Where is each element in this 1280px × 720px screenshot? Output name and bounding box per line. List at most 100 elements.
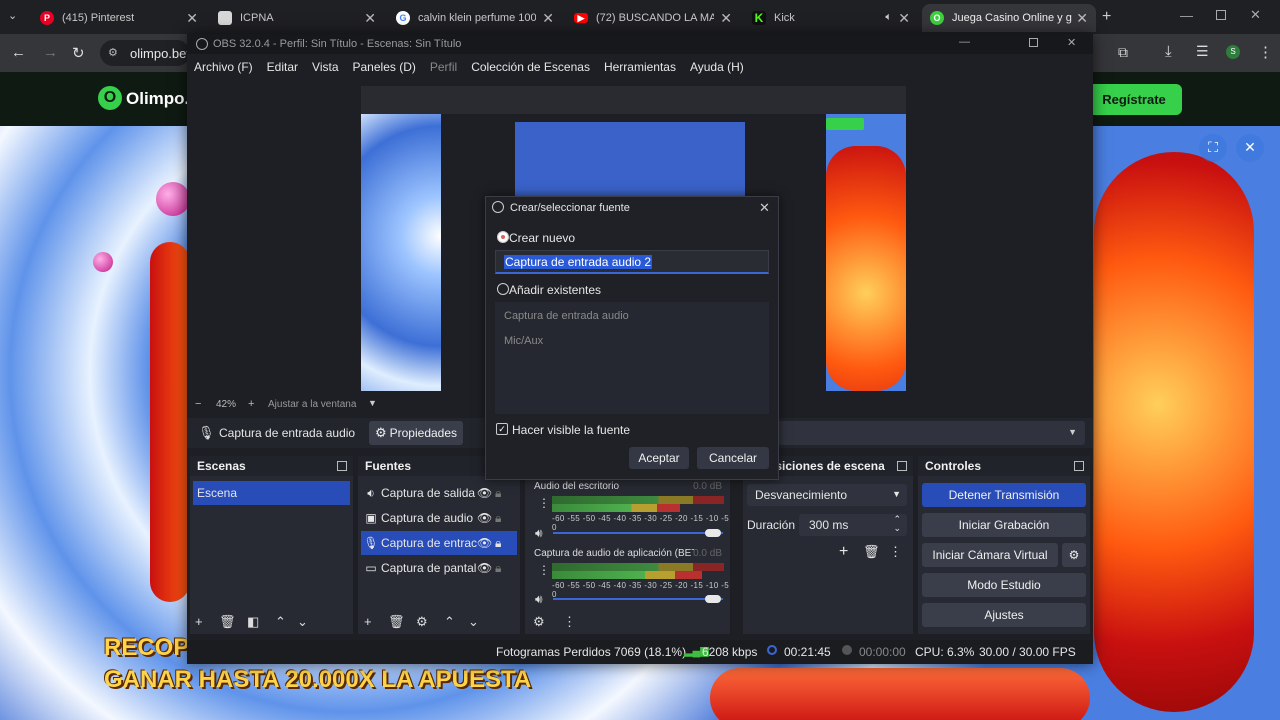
properties-button[interactable]: ⚙︎ Propiedades	[369, 421, 463, 445]
new-tab-icon[interactable]: +	[1102, 8, 1111, 26]
browser-tab[interactable]: P (415) Pinterest ✕	[32, 4, 206, 32]
menu-coleccion-escenas[interactable]: Colección de Escenas	[464, 60, 597, 74]
menu-icon[interactable]: ⋮	[1258, 43, 1273, 61]
visible-checkbox[interactable]: ✓	[496, 423, 508, 435]
fullscreen-icon[interactable]: ⛶	[1199, 134, 1227, 162]
fit-to-window-label[interactable]: Ajustar a la ventana	[268, 399, 356, 410]
lock-icon[interactable]: 🔒︎	[495, 561, 501, 576]
cast-icon[interactable]: ⧉	[1118, 44, 1128, 61]
speaker-icon[interactable]: 🔈︎	[885, 11, 892, 24]
more-icon[interactable]: ⋮	[889, 544, 902, 560]
menu-vista[interactable]: Vista	[305, 60, 345, 74]
browser-tab[interactable]: ▶ (72) BUSCANDO LA MAX W ✕	[566, 4, 740, 32]
existing-source-item[interactable]: Captura de entrada audio	[504, 310, 629, 322]
volume-slider-handle[interactable]	[705, 595, 721, 603]
trash-icon[interactable]: 🗑︎	[863, 544, 880, 560]
add-icon[interactable]: +	[364, 615, 372, 628]
add-existing-label[interactable]: Añadir existentes	[509, 283, 601, 297]
back-icon[interactable]: ←	[11, 44, 26, 61]
create-new-radio[interactable]	[497, 231, 509, 243]
existing-sources-list[interactable]: Captura de entrada audio Mic/Aux	[495, 302, 769, 414]
menu-herramientas[interactable]: Herramientas	[597, 60, 683, 74]
download-icon[interactable]: ⤓	[1165, 43, 1172, 60]
accept-button[interactable]: Aceptar	[629, 447, 689, 469]
source-item[interactable]: ▣ Captura de audio 👁︎ 🔒︎	[361, 506, 517, 530]
volume-slider[interactable]	[553, 598, 723, 600]
source-name-input[interactable]: Captura de entrada audio 2	[495, 250, 769, 274]
chevron-down-icon[interactable]: ▼	[368, 398, 377, 408]
reload-icon[interactable]: ↻	[72, 44, 85, 62]
undock-icon[interactable]	[897, 461, 907, 471]
chevron-down-icon[interactable]: ⌄	[893, 523, 901, 534]
duration-spinbox[interactable]: 300 ms ⌃ ⌄	[799, 514, 907, 536]
add-existing-radio[interactable]	[497, 283, 509, 295]
lock-icon[interactable]: 🔒︎	[495, 511, 501, 526]
eye-icon[interactable]: 👁︎	[477, 486, 495, 500]
source-item[interactable]: ▭ Captura de pantal 👁︎ 🔒︎	[361, 556, 517, 580]
move-up-icon[interactable]: ⌃	[275, 615, 286, 628]
close-icon[interactable]: ✕	[759, 200, 770, 216]
maximize-icon[interactable]	[1029, 38, 1038, 47]
close-window-icon[interactable]: ✕	[1250, 7, 1261, 23]
source-toolbar-dropdown[interactable]: ▼	[777, 421, 1085, 445]
menu-paneles[interactable]: Paneles (D)	[346, 60, 423, 74]
channel-menu-icon[interactable]: ⋮	[538, 496, 550, 510]
menu-ayuda[interactable]: Ayuda (H)	[683, 60, 751, 74]
lock-icon[interactable]: 🔒︎	[495, 486, 501, 501]
trash-icon[interactable]: 🗑︎	[388, 615, 405, 628]
close-tab-icon[interactable]: ✕	[1076, 10, 1088, 27]
add-icon[interactable]: +	[195, 615, 203, 628]
move-up-icon[interactable]: ⌃	[444, 615, 455, 628]
virtual-camera-settings-button[interactable]: ⚙︎	[1062, 543, 1086, 567]
register-button[interactable]: Regístrate	[1086, 84, 1182, 115]
browser-tab[interactable]: ICPNA ✕	[210, 4, 384, 32]
close-tab-icon[interactable]: ✕	[720, 10, 732, 27]
site-info-icon[interactable]: ⚙︎	[108, 46, 118, 59]
menu-archivo[interactable]: Archivo (F)	[187, 60, 260, 74]
create-new-label[interactable]: Crear nuevo	[509, 231, 575, 245]
add-icon[interactable]: +	[839, 543, 848, 561]
trash-icon[interactable]: 🗑︎	[219, 615, 236, 628]
eye-icon[interactable]: 👁︎	[477, 561, 495, 575]
virtual-camera-button[interactable]: Iniciar Cámara Virtual	[922, 543, 1058, 567]
eye-icon[interactable]: 👁︎	[477, 536, 495, 550]
browser-tab[interactable]: G calvin klein perfume 100 ml ✕	[388, 4, 562, 32]
address-bar[interactable]: ⚙︎ olimpo.bet	[100, 40, 190, 66]
settings-button[interactable]: Ajustes	[922, 603, 1086, 627]
eye-icon[interactable]: 👁︎	[477, 511, 495, 525]
move-down-icon[interactable]: ⌄	[468, 615, 479, 628]
close-tab-icon[interactable]: ✕	[898, 10, 910, 27]
cancel-button[interactable]: Cancelar	[697, 447, 769, 469]
lock-icon[interactable]: 🔒︎	[495, 536, 501, 551]
menu-editar[interactable]: Editar	[260, 60, 305, 74]
speaker-icon[interactable]: 🔊︎	[535, 526, 543, 541]
close-window-icon[interactable]: ✕	[1067, 36, 1076, 49]
tab-search-chevron-icon[interactable]: ⌄	[8, 9, 26, 25]
site-logo[interactable]: Olimpo.	[126, 89, 189, 109]
studio-mode-button[interactable]: Modo Estudio	[922, 573, 1086, 597]
minimize-icon[interactable]: —	[959, 36, 970, 48]
maximize-icon[interactable]	[1216, 10, 1226, 20]
zoom-in-icon[interactable]: +	[248, 398, 254, 410]
minimize-icon[interactable]: —	[1180, 8, 1193, 23]
speaker-icon[interactable]: 🔊︎	[535, 592, 543, 607]
transition-select[interactable]: Desvanecimiento ▼	[747, 484, 907, 506]
move-down-icon[interactable]: ⌄	[297, 615, 308, 628]
zoom-out-icon[interactable]: −	[195, 398, 201, 410]
scene-item[interactable]: Escena	[193, 481, 350, 505]
mixer-menu-icon[interactable]: ⋮	[563, 615, 576, 628]
profile-avatar[interactable]: S	[1226, 45, 1240, 59]
source-item[interactable]: 🔉︎ Captura de salida 👁︎ 🔒︎	[361, 481, 517, 505]
advanced-audio-icon[interactable]: ⚙︎	[533, 615, 545, 628]
gear-icon[interactable]: ⚙︎	[416, 615, 428, 628]
volume-slider[interactable]	[553, 532, 723, 534]
visible-label[interactable]: Hacer visible la fuente	[512, 423, 630, 437]
forward-icon[interactable]: →	[43, 44, 58, 61]
menu-perfil[interactable]: Perfil	[423, 60, 464, 74]
extensions-icon[interactable]: ☰	[1196, 43, 1209, 60]
volume-slider-handle[interactable]	[705, 529, 721, 537]
close-tab-icon[interactable]: ✕	[186, 10, 198, 27]
close-tab-icon[interactable]: ✕	[542, 10, 554, 27]
source-item-selected[interactable]: 🎙︎ Captura de entrac 👁︎ 🔒︎	[361, 531, 517, 555]
start-recording-button[interactable]: Iniciar Grabación	[922, 513, 1086, 537]
